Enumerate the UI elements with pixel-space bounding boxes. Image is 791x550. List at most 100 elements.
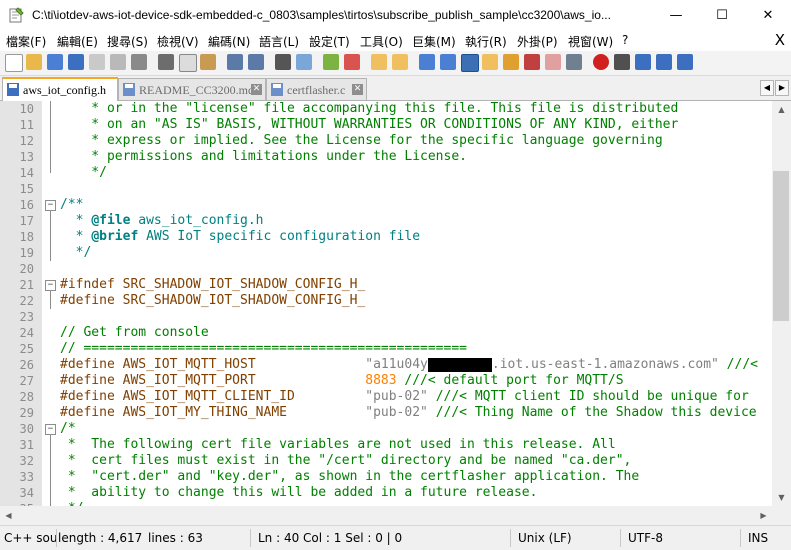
code-text: #define AWS_IOT_MQTT_CLIENT_ID "pub-02" … <box>60 389 749 404</box>
play-macro-icon[interactable] <box>635 54 651 70</box>
vertical-scroll-thumb[interactable] <box>773 171 789 321</box>
tab-readme-cc3200[interactable]: README_CC3200.md ✕ <box>118 78 266 100</box>
document-map-icon[interactable] <box>503 54 519 70</box>
code-line[interactable]: 11 * on an "AS IS" BASIS, WITHOUT WARRAN… <box>0 117 772 133</box>
horizontal-scrollbar[interactable]: ◀ ▶ <box>0 506 772 525</box>
sync-vertical-icon[interactable] <box>371 54 387 70</box>
code-line[interactable]: 33 * "cert.der" and "key.der", as shown … <box>0 469 772 485</box>
code-line[interactable]: 30−/* <box>0 421 772 437</box>
code-line[interactable]: 10 * or in the "license" file accompanyi… <box>0 101 772 117</box>
close-window-button[interactable]: ✕ <box>745 0 791 31</box>
window-title: C:\ti\iotdev-aws-iot-device-sdk-embedded… <box>32 8 611 22</box>
line-number: 18 <box>19 230 34 244</box>
fold-toggle-icon[interactable]: − <box>45 200 56 211</box>
code-line[interactable]: 13 * permissions and limitations under t… <box>0 149 772 165</box>
code-line[interactable]: 32 * cert files must exist in the "/cert… <box>0 453 772 469</box>
menu-language[interactable]: 語言(L) <box>259 33 299 50</box>
play-macro-multiple-icon[interactable] <box>656 54 672 70</box>
user-language-icon[interactable] <box>482 54 498 70</box>
code-line[interactable]: 14 */ <box>0 165 772 181</box>
menu-tools[interactable]: 工具(O) <box>360 33 403 50</box>
tab-certflasher[interactable]: certflasher.c ✕ <box>266 78 367 100</box>
tab-scroll-left-button[interactable]: ◀ <box>760 80 774 96</box>
undo-icon[interactable] <box>227 54 243 70</box>
menu-encoding[interactable]: 編碼(N) <box>208 33 250 50</box>
stop-macro-icon[interactable] <box>614 54 630 70</box>
save-macro-icon[interactable] <box>677 54 693 70</box>
function-list-icon[interactable] <box>524 54 540 70</box>
copy-icon[interactable] <box>179 54 197 72</box>
code-line[interactable]: 15 <box>0 181 772 197</box>
line-number: 34 <box>19 486 34 500</box>
new-file-icon[interactable] <box>5 54 23 72</box>
code-line[interactable]: 26 #define AWS_IOT_MQTT_HOST "a11u04y .iot… <box>0 357 772 373</box>
code-line[interactable]: 17 * @file aws_iot_config.h <box>0 213 772 229</box>
menu-window[interactable]: 視窗(W) <box>568 33 613 50</box>
code-line[interactable]: 23 <box>0 309 772 325</box>
menu-settings[interactable]: 設定(T) <box>309 33 350 50</box>
record-macro-icon[interactable] <box>593 54 609 70</box>
word-wrap-icon[interactable] <box>419 54 435 70</box>
tab-scroll-right-button[interactable]: ▶ <box>775 80 789 96</box>
tab-close-icon[interactable]: ✕ <box>251 84 262 95</box>
minimize-button[interactable]: — <box>653 0 699 31</box>
code-line[interactable]: 28 #define AWS_IOT_MQTT_CLIENT_ID "pub-02… <box>0 389 772 405</box>
print-icon[interactable] <box>131 54 147 70</box>
menu-bar: 檔案(F) 編輯(E) 搜尋(S) 檢視(V) 編碼(N) 語言(L) 設定(T… <box>0 31 791 51</box>
sync-horizontal-icon[interactable] <box>392 54 408 70</box>
menu-file[interactable]: 檔案(F) <box>6 33 46 50</box>
code-line[interactable]: 25 // ===================================… <box>0 341 772 357</box>
code-editor[interactable]: 10 * or in the "license" file accompanyi… <box>0 101 772 506</box>
monitoring-icon[interactable] <box>566 54 582 70</box>
menu-help[interactable]: ? <box>622 33 628 47</box>
menu-plugins[interactable]: 外掛(P) <box>517 33 558 50</box>
scroll-down-button[interactable]: ▼ <box>772 489 791 506</box>
maximize-button[interactable]: ☐ <box>699 0 745 31</box>
tab-close-icon[interactable]: ✕ <box>352 84 363 95</box>
menu-edit[interactable]: 編輯(E) <box>57 33 98 50</box>
paste-icon[interactable] <box>200 54 216 70</box>
code-line[interactable]: 21− #ifndef SRC_SHADOW_IOT_SHADOW_CONFIG_… <box>0 277 772 293</box>
fold-toggle-icon[interactable]: − <box>45 280 56 291</box>
open-file-icon[interactable] <box>26 54 42 70</box>
scroll-left-button[interactable]: ◀ <box>0 506 17 525</box>
code-line[interactable]: 22 #define SRC_SHADOW_IOT_SHADOW_CONFIG_H… <box>0 293 772 309</box>
menu-run[interactable]: 執行(R) <box>465 33 507 50</box>
save-all-icon[interactable] <box>68 54 84 70</box>
menu-view[interactable]: 檢視(V) <box>157 33 199 50</box>
close-document-button[interactable]: X <box>775 31 785 49</box>
tab-aws-iot-config[interactable]: aws_iot_config.h <box>2 77 118 102</box>
replace-icon[interactable] <box>296 54 312 70</box>
cut-icon[interactable] <box>158 54 174 70</box>
code-line[interactable]: 20 <box>0 261 772 277</box>
code-line[interactable]: 19 */ <box>0 245 772 261</box>
indent-guide-icon[interactable] <box>461 54 479 72</box>
code-line[interactable]: 24 // Get from console <box>0 325 772 341</box>
zoom-out-icon[interactable] <box>344 54 360 70</box>
code-token: #define AWS_IOT_MY_THING_NAME <box>60 405 366 420</box>
line-number: 28 <box>19 390 34 404</box>
fold-toggle-icon[interactable]: − <box>45 424 56 435</box>
code-line[interactable]: 29 #define AWS_IOT_MY_THING_NAME "pub-02"… <box>0 405 772 421</box>
code-text: // =====================================… <box>60 341 467 356</box>
redo-icon[interactable] <box>248 54 264 70</box>
find-icon[interactable] <box>275 54 291 70</box>
show-all-chars-icon[interactable] <box>440 54 456 70</box>
code-line[interactable]: 18 * @brief AWS IoT specific configurati… <box>0 229 772 245</box>
scroll-up-button[interactable]: ▲ <box>772 101 791 118</box>
close-file-icon[interactable] <box>89 54 105 70</box>
code-line[interactable]: 27 #define AWS_IOT_MQTT_PORT 8883 ///< de… <box>0 373 772 389</box>
save-icon[interactable] <box>47 54 63 70</box>
close-all-icon[interactable] <box>110 54 126 70</box>
line-number: 30 <box>19 422 34 436</box>
code-line[interactable]: 34 * ability to change this will be adde… <box>0 485 772 501</box>
zoom-in-icon[interactable] <box>323 54 339 70</box>
folder-as-workspace-icon[interactable] <box>545 54 561 70</box>
menu-search[interactable]: 搜尋(S) <box>107 33 148 50</box>
code-line[interactable]: 12 * express or implied. See the License… <box>0 133 772 149</box>
menu-macro[interactable]: 巨集(M) <box>412 33 456 50</box>
scroll-right-button[interactable]: ▶ <box>755 506 772 525</box>
code-line[interactable]: 31 * The following cert file variables a… <box>0 437 772 453</box>
code-line[interactable]: 16−/** <box>0 197 772 213</box>
vertical-scrollbar[interactable]: ▲ ▼ <box>772 101 791 506</box>
